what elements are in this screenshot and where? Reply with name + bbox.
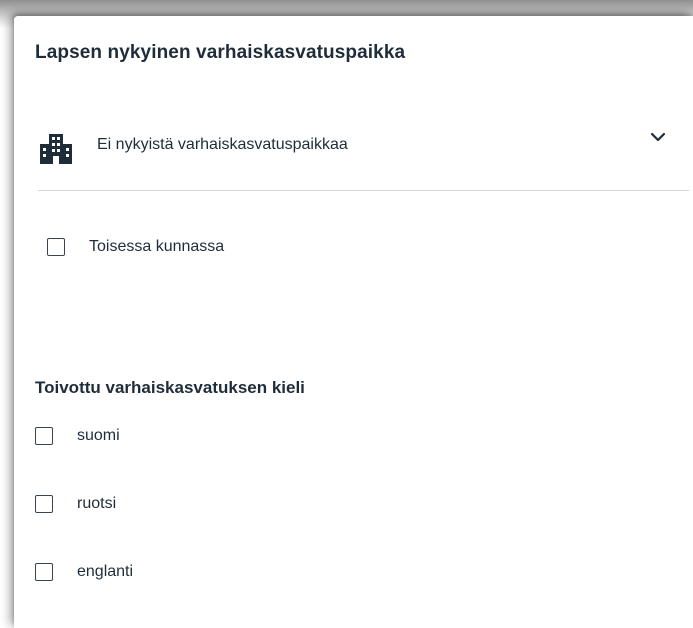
language-checkbox-ruotsi[interactable] bbox=[35, 495, 53, 513]
form-card: Lapsen nykyinen varhaiskasvatuspaikka Ei… bbox=[14, 16, 693, 628]
current-placement-dropdown[interactable]: Ei nykyistä varhaiskasvatuspaikkaa bbox=[38, 116, 689, 191]
other-municipality-label: Toisessa kunnassa bbox=[89, 238, 225, 255]
language-title: Toivottu varhaiskasvatuksen kieli bbox=[35, 378, 305, 397]
language-option-ruotsi[interactable]: ruotsi bbox=[35, 495, 116, 513]
building-icon bbox=[40, 134, 72, 164]
language-option-suomi[interactable]: suomi bbox=[35, 427, 120, 445]
dropdown-selected-value: Ei nykyistä varhaiskasvatuspaikkaa bbox=[97, 136, 348, 153]
language-checkbox-englanti[interactable] bbox=[35, 563, 53, 581]
chevron-down-icon[interactable] bbox=[649, 130, 667, 142]
language-label-englanti: englanti bbox=[77, 563, 134, 580]
language-checkbox-suomi[interactable] bbox=[35, 427, 53, 445]
language-option-englanti[interactable]: englanti bbox=[35, 563, 133, 581]
section-title: Lapsen nykyinen varhaiskasvatuspaikka bbox=[35, 42, 406, 63]
other-municipality-checkbox[interactable] bbox=[47, 238, 65, 256]
language-label-ruotsi: ruotsi bbox=[77, 495, 117, 512]
language-label-suomi: suomi bbox=[77, 427, 120, 444]
other-municipality-checkbox-row[interactable]: Toisessa kunnassa bbox=[47, 238, 224, 256]
